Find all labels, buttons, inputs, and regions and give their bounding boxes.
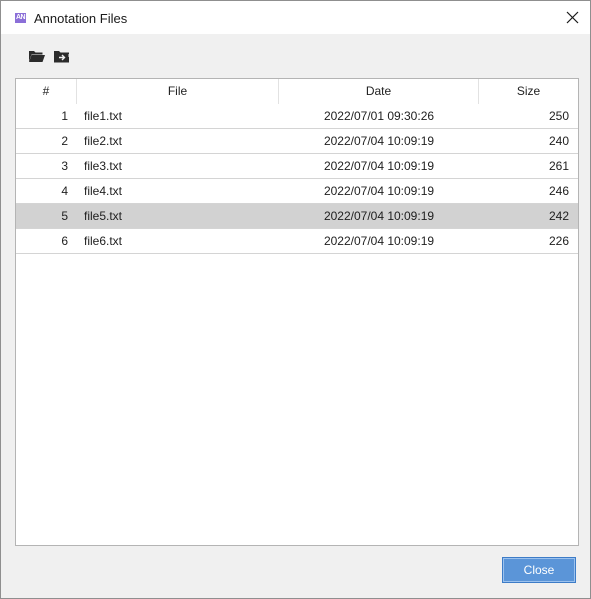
file-size: 261 xyxy=(548,159,569,173)
row-number: 5 xyxy=(61,209,68,223)
table-row-selected[interactable]: 5 file5.txt 2022/07/04 10:09:19 242 xyxy=(16,204,578,229)
file-date: 2022/07/04 10:09:19 xyxy=(323,134,435,148)
table-row[interactable]: 2 file2.txt 2022/07/04 10:09:19 240 xyxy=(16,129,578,154)
row-number: 4 xyxy=(61,184,68,198)
files-table: # File Date Size 1 file1.txt 2022/07/01 … xyxy=(15,78,579,546)
file-size: 246 xyxy=(548,184,569,198)
app-icon: AN xyxy=(15,13,26,23)
file-name: file3.txt xyxy=(84,159,123,173)
toolbar xyxy=(1,34,590,76)
column-header-date[interactable]: Date xyxy=(279,79,479,104)
table-row[interactable]: 1 file1.txt 2022/07/01 09:30:26 250 xyxy=(16,104,578,129)
row-number: 6 xyxy=(61,234,68,248)
window-title: Annotation Files xyxy=(34,11,128,26)
column-header-number[interactable]: # xyxy=(16,79,77,104)
file-name: file6.txt xyxy=(84,234,123,248)
column-header-file[interactable]: File xyxy=(77,79,279,104)
row-number: 1 xyxy=(61,109,68,123)
table-row[interactable]: 4 file4.txt 2022/07/04 10:09:19 246 xyxy=(16,179,578,204)
table-header: # File Date Size xyxy=(16,79,578,105)
title-bar: AN Annotation Files xyxy=(1,1,590,34)
folder-open-icon[interactable] xyxy=(28,48,46,64)
file-name: file5.txt xyxy=(84,209,123,223)
close-icon[interactable] xyxy=(565,10,580,25)
file-name: file1.txt xyxy=(84,109,123,123)
annotation-files-dialog: AN Annotation Files # File Date Size 1 f… xyxy=(0,0,591,599)
close-button[interactable]: Close xyxy=(502,557,576,583)
file-size: 240 xyxy=(548,134,569,148)
file-date: 2022/07/04 10:09:19 xyxy=(323,234,435,248)
file-name: file2.txt xyxy=(84,134,123,148)
row-number: 2 xyxy=(61,134,68,148)
file-date: 2022/07/04 10:09:19 xyxy=(323,159,435,173)
file-date: 2022/07/04 10:09:19 xyxy=(323,184,435,198)
file-date: 2022/07/01 09:30:26 xyxy=(323,109,435,123)
file-name: file4.txt xyxy=(84,184,123,198)
table-row[interactable]: 6 file6.txt 2022/07/04 10:09:19 226 xyxy=(16,229,578,254)
folder-move-icon[interactable] xyxy=(53,48,71,64)
file-size: 250 xyxy=(548,109,569,123)
file-size: 226 xyxy=(548,234,569,248)
file-date: 2022/07/04 10:09:19 xyxy=(323,209,435,223)
file-size: 242 xyxy=(548,209,569,223)
table-row[interactable]: 3 file3.txt 2022/07/04 10:09:19 261 xyxy=(16,154,578,179)
row-number: 3 xyxy=(61,159,68,173)
column-header-size[interactable]: Size xyxy=(479,79,578,104)
